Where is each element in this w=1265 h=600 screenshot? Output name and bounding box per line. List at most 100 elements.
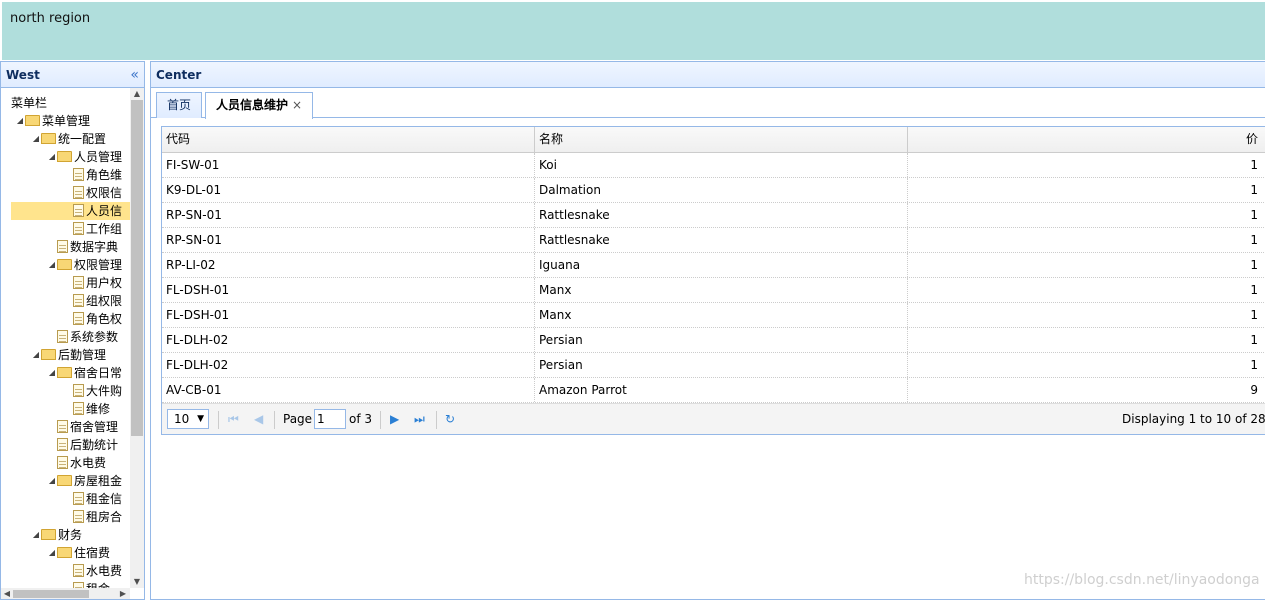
expand-toggle-icon[interactable]: ◢ <box>31 526 41 544</box>
tree-node-label: 大件购 <box>86 384 123 398</box>
cell-code: FL-DLH-02 <box>162 353 535 377</box>
table-row[interactable]: FL-DSH-01 Manx 1 <box>162 278 1265 303</box>
tree-node[interactable]: 数据字典 <box>47 238 131 256</box>
folder-icon <box>57 475 72 486</box>
tree-node[interactable]: 水电费 <box>63 562 131 580</box>
expand-toggle-icon[interactable]: ◢ <box>31 346 41 364</box>
table-row[interactable]: FL-DLH-02 Persian 1 <box>162 328 1265 353</box>
first-page-icon[interactable]: ⏮ <box>228 412 239 426</box>
tree-node[interactable]: 大件购 <box>63 382 131 400</box>
scrollbar-thumb[interactable] <box>131 100 143 436</box>
prev-page-icon[interactable]: ◀ <box>254 412 263 426</box>
column-header-name[interactable]: 名称 <box>535 127 908 152</box>
tree-node[interactable]: 角色权 <box>63 310 131 328</box>
tree-node[interactable]: 租金信 <box>63 490 131 508</box>
cell-name: Persian <box>535 328 908 352</box>
expand-toggle-icon[interactable]: ◢ <box>31 130 41 148</box>
horizontal-scrollbar-thumb[interactable] <box>13 590 89 598</box>
column-header-price[interactable]: 价 <box>908 127 1262 152</box>
tree-horizontal-scrollbar[interactable]: ◀ ▶ <box>1 588 130 599</box>
tree-node[interactable]: 后勤统计 <box>47 436 131 454</box>
chevron-down-icon: ▼ <box>197 414 204 424</box>
north-title: north region <box>10 11 91 26</box>
cell-code: RP-SN-01 <box>162 203 535 227</box>
tree-node[interactable]: 人员信 <box>11 202 144 220</box>
tree-node[interactable]: 组权限 <box>63 292 131 310</box>
tree-node[interactable]: 角色维 <box>63 166 131 184</box>
expand-toggle-icon[interactable]: ◢ <box>47 148 57 166</box>
tree-node[interactable]: ◢ 房屋租金 <box>47 472 131 490</box>
tree-node-label: 角色维 <box>86 168 123 182</box>
file-icon <box>73 312 84 325</box>
cell-name: Koi <box>535 153 908 177</box>
refresh-icon[interactable]: ↻ <box>445 412 455 426</box>
column-header-code[interactable]: 代码 <box>162 127 535 152</box>
close-icon[interactable]: × <box>292 98 302 112</box>
tree-node[interactable]: ◢ 后勤管理 <box>31 346 131 364</box>
table-row[interactable]: AV-CB-01 Amazon Parrot 9 <box>162 378 1265 403</box>
tab-person-info[interactable]: 人员信息维护 × <box>205 92 314 119</box>
collapse-icon[interactable]: « <box>130 67 139 83</box>
cell-name: Rattlesnake <box>535 203 908 227</box>
scroll-down-icon[interactable]: ▼ <box>130 576 144 588</box>
file-icon <box>57 456 68 469</box>
file-icon <box>73 402 84 415</box>
expand-toggle-icon[interactable]: ◢ <box>47 364 57 382</box>
file-icon <box>73 168 84 181</box>
file-icon <box>57 420 68 433</box>
cell-name: Persian <box>535 353 908 377</box>
last-page-icon[interactable]: ⏭ <box>414 412 425 426</box>
folder-icon <box>25 115 40 126</box>
cell-price: 1 <box>1250 208 1258 222</box>
table-row[interactable]: RP-SN-01 Rattlesnake 1 <box>162 228 1265 253</box>
tree-node[interactable]: 工作组 <box>63 220 131 238</box>
expand-toggle-icon[interactable]: ◢ <box>47 472 57 490</box>
table-row[interactable]: RP-LI-02 Iguana 1 <box>162 253 1265 278</box>
expand-toggle-icon[interactable]: ◢ <box>47 544 57 562</box>
table-row[interactable]: RP-SN-01 Rattlesnake 1 <box>162 203 1265 228</box>
menu-tree: 菜单栏 ◢ 菜单管理 ◢ 统一配置 ◢ 人员管理角色维权限信 人员信 工作组 数据字典 ◢ 权限管理用… <box>1 88 144 598</box>
cell-code: FL-DSH-01 <box>162 303 535 327</box>
expand-toggle-icon[interactable]: ◢ <box>15 112 25 130</box>
tree-node[interactable]: 菜单栏 <box>11 94 131 112</box>
west-panel-title: West <box>6 67 40 82</box>
tree-node[interactable]: 系统参数 <box>47 328 131 346</box>
tree-node[interactable]: 宿舍管理 <box>47 418 131 436</box>
folder-icon <box>41 529 56 540</box>
tree-node[interactable]: 租房合 <box>63 508 131 526</box>
cell-name: Manx <box>535 303 908 327</box>
tree-node[interactable]: 权限信 <box>63 184 131 202</box>
tree-node[interactable]: ◢ 住宿费 <box>47 544 131 562</box>
cell-price: 1 <box>1250 358 1258 372</box>
table-row[interactable]: FI-SW-01 Koi 1 <box>162 153 1265 178</box>
table-row[interactable]: K9-DL-01 Dalmation 1 <box>162 178 1265 203</box>
folder-icon <box>41 349 56 360</box>
tree-vertical-scrollbar[interactable]: ▲ ▼ <box>130 88 144 588</box>
cell-code: K9-DL-01 <box>162 178 535 202</box>
scroll-up-icon[interactable]: ▲ <box>130 88 144 100</box>
tree-node[interactable]: ◢ 财务 <box>31 526 131 544</box>
scroll-right-icon[interactable]: ▶ <box>117 588 129 599</box>
pager-separator <box>218 411 219 429</box>
cell-code: AV-CB-01 <box>162 378 535 402</box>
scroll-left-icon[interactable]: ◀ <box>1 588 13 599</box>
tree-node[interactable]: 维修 <box>63 400 131 418</box>
tree-node[interactable]: ◢ 菜单管理 <box>15 112 131 130</box>
tabs-bar: 首页 人员信息维护 × <box>151 88 1265 119</box>
table-row[interactable]: FL-DSH-01 Manx 1 <box>162 303 1265 328</box>
tree-node[interactable]: ◢ 统一配置 <box>31 130 131 148</box>
page-number-input[interactable] <box>314 409 346 429</box>
north-region: north region <box>2 2 1265 60</box>
expand-toggle-icon[interactable]: ◢ <box>47 256 57 274</box>
tree-node[interactable]: 用户权 <box>63 274 131 292</box>
tree-node[interactable]: ◢ 人员管理 <box>47 148 131 166</box>
tree-node[interactable]: ◢ 宿舍日常 <box>47 364 131 382</box>
tab-home[interactable]: 首页 <box>156 92 203 118</box>
page-size-select[interactable]: 10 ▼ <box>167 409 209 429</box>
tree-node[interactable]: 水电费 <box>47 454 131 472</box>
table-row[interactable]: FL-DLH-02 Persian 1 <box>162 353 1265 378</box>
next-page-icon[interactable]: ▶ <box>390 412 399 426</box>
tree-node[interactable]: ◢ 权限管理 <box>47 256 131 274</box>
tree-node-label: 菜单栏 <box>11 96 48 110</box>
cell-name: Amazon Parrot <box>535 378 908 402</box>
